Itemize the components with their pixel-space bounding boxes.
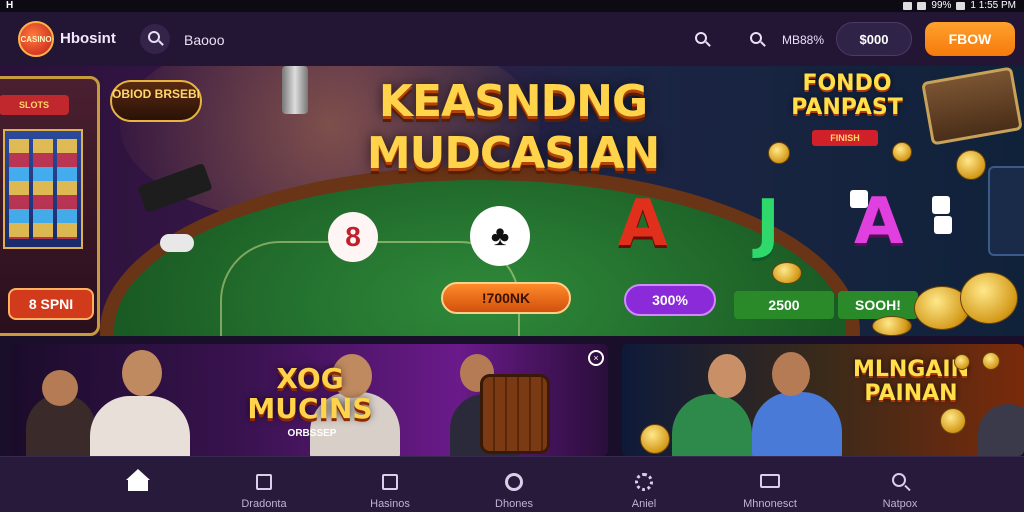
search-toggle-button[interactable] bbox=[692, 30, 714, 52]
coin-icon bbox=[982, 352, 1000, 370]
building-icon bbox=[252, 471, 276, 493]
promo-title: FONDO PANPAST bbox=[791, 71, 903, 120]
dice-icon bbox=[934, 216, 952, 234]
slot-reel bbox=[9, 139, 29, 239]
magnifier-icon bbox=[695, 32, 707, 44]
woman-image bbox=[672, 394, 752, 456]
promo-card-left[interactable]: XOG MUCINS ORBSSEP × bbox=[10, 344, 608, 456]
nav-item-dradonta[interactable]: Dradonta bbox=[214, 457, 314, 512]
coin-icon bbox=[956, 150, 986, 180]
nav-item-aniel[interactable]: Aniel bbox=[594, 457, 694, 512]
coin-icon bbox=[892, 142, 912, 162]
hero-title-line1: KEASNDNG bbox=[378, 76, 648, 127]
close-icon[interactable]: × bbox=[588, 350, 604, 366]
home-icon bbox=[126, 469, 150, 493]
clock: 1 1:55 PM bbox=[970, 0, 1016, 11]
card-left-subtitle: ORBSSEP bbox=[287, 428, 337, 439]
nav-item-home[interactable] bbox=[88, 457, 188, 512]
balance-button[interactable]: $000 bbox=[836, 22, 912, 56]
status-bar: H 99% 1 1:55 PM bbox=[0, 0, 1024, 12]
battery-level: 99% bbox=[931, 0, 952, 11]
nav-label: Natpox bbox=[882, 498, 918, 510]
nav-item-hasinos[interactable]: Hasinos bbox=[340, 457, 440, 512]
slot-box-icon bbox=[378, 471, 402, 493]
chip bbox=[160, 234, 194, 252]
lamp-pole bbox=[282, 66, 308, 114]
search-icon bbox=[888, 471, 912, 493]
brand-name: Hbosint bbox=[60, 30, 116, 47]
side-badge: OBIOD BRSEBI bbox=[110, 80, 202, 122]
letter-red: A bbox=[618, 187, 668, 261]
promo-ribbon: FINISH bbox=[812, 130, 878, 146]
nav-label: Dradonta bbox=[241, 498, 287, 510]
status-left: H bbox=[6, 0, 14, 11]
hero-title: KEASNDNG MUDCASIAN bbox=[318, 76, 708, 180]
letter-green: J bbox=[756, 187, 780, 261]
promo-card-right[interactable]: MLNGAIN PAINAN bbox=[622, 344, 1024, 456]
nav-item-dhones[interactable]: Dhones bbox=[464, 457, 564, 512]
dice-icon bbox=[932, 196, 950, 214]
battery-icon bbox=[956, 2, 966, 10]
ring-icon bbox=[502, 471, 526, 493]
green-tag-2[interactable]: SOOH! bbox=[838, 291, 918, 319]
coin-icon bbox=[872, 316, 912, 336]
hero-banner[interactable]: SLOTS OBIOD BRSEBI KEASNDNG MUDCASIAN 8 … bbox=[0, 66, 1024, 336]
nav-item-mhnonesct[interactable]: Mhnonesct bbox=[720, 457, 820, 512]
dice-icon bbox=[850, 190, 868, 208]
bonus-button[interactable]: !700NK bbox=[441, 282, 571, 314]
nav-label: Dhones bbox=[495, 498, 533, 510]
slot-reel bbox=[57, 139, 77, 239]
card-chip-red: 8 bbox=[328, 212, 378, 262]
cta-button[interactable]: FBOW bbox=[925, 22, 1015, 56]
bottom-navigation: Dradonta Hasinos Dhones Aniel Mhnonesct … bbox=[0, 456, 1024, 512]
coin-icon bbox=[960, 272, 1018, 324]
nav-label: Hasinos bbox=[370, 498, 410, 510]
search-icon bbox=[148, 31, 160, 43]
wifi-icon bbox=[917, 2, 927, 10]
host-head bbox=[122, 350, 162, 396]
host-image bbox=[90, 396, 190, 456]
man-head bbox=[772, 352, 810, 396]
status-right: 99% 1 1:55 PM bbox=[903, 0, 1016, 12]
nav-label: Mhnonesct bbox=[743, 498, 797, 510]
card-chip-clubs: ♣ bbox=[470, 206, 530, 266]
logo-text: CASINO bbox=[20, 34, 52, 44]
search-input[interactable]: Baooo bbox=[184, 32, 224, 48]
slot-screen bbox=[3, 129, 83, 249]
woman-head bbox=[708, 354, 746, 398]
coin-icon bbox=[772, 262, 802, 284]
person-head bbox=[42, 370, 78, 406]
account-icon bbox=[750, 32, 762, 44]
monitor-icon bbox=[758, 471, 782, 493]
card-right-title: MLNGAIN PAINAN bbox=[852, 357, 969, 406]
app-logo[interactable]: CASINO bbox=[18, 21, 54, 57]
spin-button[interactable]: 8 SPNI bbox=[8, 288, 94, 320]
account-label: MB88% bbox=[782, 33, 825, 47]
search-button[interactable] bbox=[140, 24, 170, 54]
coin-icon bbox=[640, 424, 670, 454]
slot-reel bbox=[33, 139, 53, 239]
account-button[interactable] bbox=[748, 31, 766, 49]
card-left-title: XOG MUCINS bbox=[247, 362, 373, 425]
treasure-chest bbox=[921, 66, 1023, 146]
gear-icon bbox=[632, 471, 656, 493]
coin-icon bbox=[940, 408, 966, 434]
coin-icon bbox=[768, 142, 790, 164]
coin-icon bbox=[954, 354, 970, 370]
slot-label: SLOTS bbox=[0, 95, 69, 115]
signal-icon bbox=[903, 2, 913, 10]
nav-item-natpox[interactable]: Natpox bbox=[850, 457, 950, 512]
barrel-image bbox=[480, 374, 550, 454]
hero-title-line2: MUDCASIAN bbox=[366, 128, 660, 179]
device-image bbox=[988, 166, 1024, 256]
nav-label: Aniel bbox=[631, 498, 657, 510]
green-tag-1[interactable]: 2500 bbox=[734, 291, 834, 319]
player-image bbox=[978, 404, 1024, 456]
percent-button[interactable]: 300% bbox=[624, 284, 716, 316]
top-header: CASINO Hbosint Baooo MB88% $000 FBOW bbox=[0, 12, 1024, 66]
